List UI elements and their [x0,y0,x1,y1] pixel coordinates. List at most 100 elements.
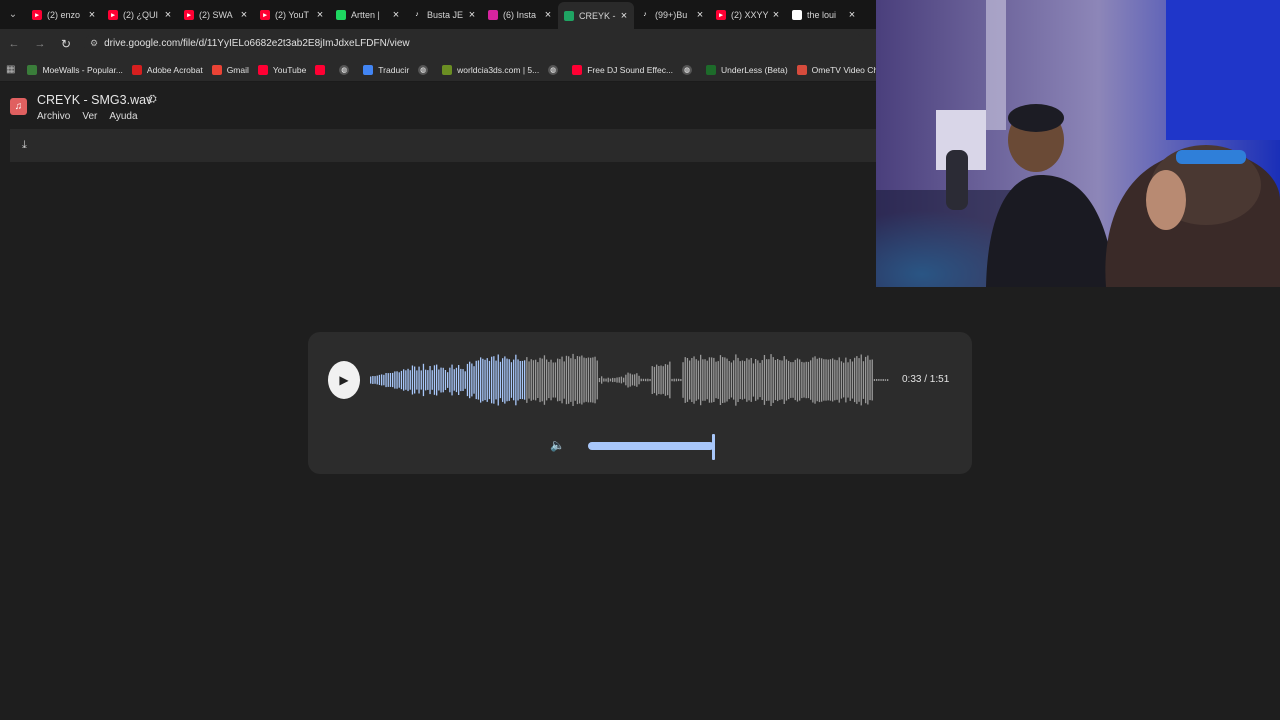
waveform-bar [887,379,889,381]
close-tab-icon[interactable]: × [618,10,630,22]
address-bar[interactable]: ⚙ drive.google.com/file/d/11YyIELo6682e2… [84,32,864,55]
menu-ver[interactable]: Ver [82,111,97,122]
waveform-bar [708,357,711,403]
apps-grid-icon[interactable]: ▦ [6,64,15,75]
menu-ayuda[interactable]: Ayuda [109,111,137,122]
waveform-bar [697,360,700,400]
close-tab-icon[interactable]: × [390,9,402,21]
youtube-icon [315,64,326,75]
waveform-bar [526,357,528,403]
browser-tab[interactable]: ▸ (2) enzo × [26,0,102,29]
browser-tab[interactable]: (6) Insta × [482,0,558,29]
bookmark-item[interactable]: UnderLess (Beta) [706,64,788,75]
waveform-bar [477,360,480,400]
close-tab-icon[interactable]: × [162,9,174,21]
waveform-bar [420,370,422,390]
waveform-bar [543,355,546,405]
waveform-bar [755,359,757,401]
waveform-bar [726,358,728,402]
bookmark-item[interactable]: YouTube [257,64,307,75]
waveform-bar [620,376,623,384]
play-button[interactable]: ▶ [328,361,360,399]
waveform-bar [673,378,675,382]
bookmark-item[interactable]: worldcia3ds.com | 5... [442,64,539,75]
bookmark-item[interactable]: ◍ [339,64,354,75]
browser-tab[interactable]: ♪ (99+)Bu × [634,0,710,29]
webcam-overlay [876,0,1280,287]
bookmark-label: Gmail [226,64,249,75]
bookmark-item[interactable]: Free DJ Sound Effec... [572,64,673,75]
bookmark-item[interactable]: Adobe Acrobat [131,64,203,75]
waveform-bar [869,359,871,401]
close-tab-icon[interactable]: × [86,9,98,21]
waveform-bar [882,379,884,381]
bookmark-item[interactable]: Traducir [363,64,409,75]
url-text[interactable]: drive.google.com/file/d/11YyIELo6682e2t3… [104,38,410,49]
tab-title: (2) YouT [275,9,310,20]
bookmark-item[interactable]: OmeTV Video Chat... [796,64,876,75]
waveform-bar [436,364,438,396]
waveform-bar [596,360,598,400]
close-tab-icon[interactable]: × [846,9,858,21]
reload-icon[interactable]: ↻ [54,32,78,56]
waveform-seek-bar[interactable] [370,352,890,408]
bookmark-label: YouTube [272,64,307,75]
waveform-bar [684,357,686,403]
waveform-bar [510,362,513,398]
waveform-bar [653,366,656,394]
volume-icon[interactable]: 🔈 [550,438,565,452]
file-name: CREYK - SMG3.wav [37,93,153,107]
browser-tab[interactable]: ▸ (2) XXYY × [710,0,786,29]
site-info-icon[interactable]: ⚙ [90,38,98,49]
waveform-bar [444,370,447,390]
bookmark-item[interactable]: Gmail [211,64,249,75]
browser-tab[interactable]: ▸ (2) SWA × [178,0,254,29]
browser-tab[interactable]: the loui × [786,0,862,29]
menu-archivo[interactable]: Archivo [37,111,70,122]
waveform-bar [693,356,695,404]
waveform-bar [612,377,614,383]
close-tab-icon[interactable]: × [694,9,706,21]
bookmark-item[interactable]: ◍ [548,64,563,75]
close-tab-icon[interactable]: × [238,9,250,21]
browser-tab[interactable]: ♪ Busta JE × [406,0,482,29]
waveform-bar [570,358,572,402]
forward-icon[interactable]: → [28,32,52,56]
bookmarks-bar: ▦ MoeWalls - Popular... Adobe Acrobat Gmai… [0,58,876,82]
time-display: 0:33 / 1:51 [902,374,950,385]
waveform-bar [458,365,460,395]
waveform-bar [453,369,455,391]
browser-tab[interactable]: CREYK - × [558,2,634,29]
volume-thumb[interactable] [712,434,715,460]
waveform-bar [497,354,499,406]
bookmark-item[interactable]: ◍ [418,64,433,75]
waveform-bar [686,358,689,402]
tab-title: (6) Insta [503,9,537,20]
download-icon[interactable]: ⤓ [22,139,27,152]
bookmark-item[interactable]: MoeWalls - Popular... [27,64,123,75]
waveform-bar [513,359,515,401]
close-tab-icon[interactable]: × [770,9,782,21]
browser-tab[interactable]: Artten | × [330,0,406,29]
browser-tab[interactable]: ▸ (2) ¿QUI × [102,0,178,29]
waveform-bar [834,359,836,401]
waveform-bar [400,370,403,390]
waveform-bar [464,371,466,389]
waveform-bar [504,356,506,404]
back-icon[interactable]: ← [2,32,26,56]
tab-search-icon[interactable]: ⌄ [0,0,26,29]
volume-slider[interactable] [588,434,715,460]
browser-tab[interactable]: ▸ (2) YouT × [254,0,330,29]
close-tab-icon[interactable]: × [314,9,326,21]
bookmark-item[interactable]: ◍ [682,64,697,75]
waveform-bar [640,378,642,382]
close-tab-icon[interactable]: × [542,9,554,21]
waveform-bar [433,365,436,395]
waveform-bar [715,361,717,399]
waveform-bar [524,360,526,400]
shared-drive-icon[interactable]: ⛭ [148,93,157,106]
bookmark-item[interactable] [315,64,330,75]
waveform-bar [851,361,854,399]
waveform-bar [484,359,486,401]
close-tab-icon[interactable]: × [466,9,478,21]
